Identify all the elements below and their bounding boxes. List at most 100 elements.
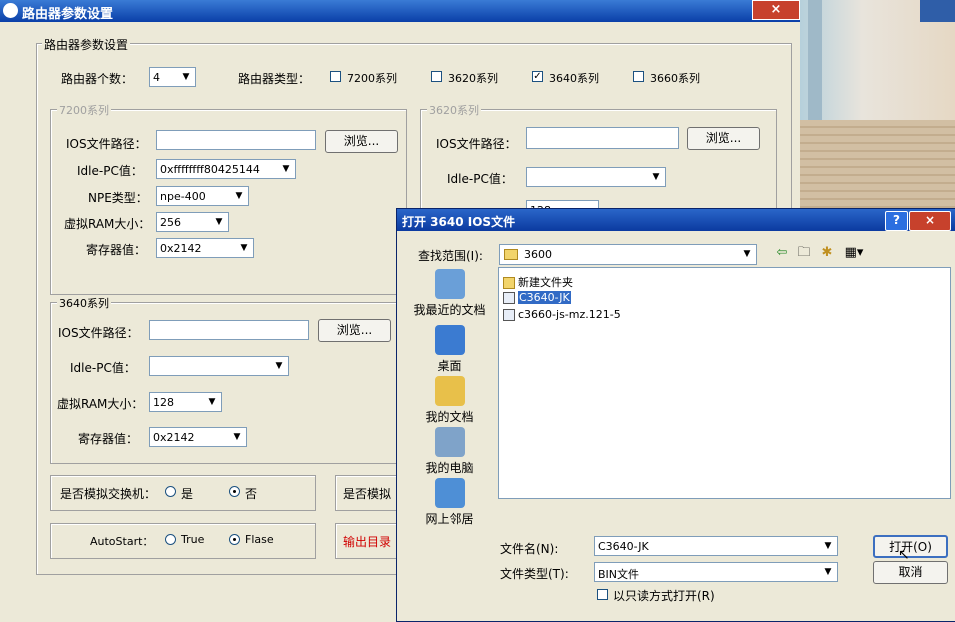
place-my-computer[interactable]: 我的电脑 [407,427,492,476]
list-item[interactable]: c3660-js-mz.121-5 [503,308,621,324]
place-recent[interactable]: 我最近的文档 [407,269,492,318]
lookin-select[interactable]: 3600 ▼ [499,244,757,265]
view-menu-icon[interactable]: ▦▾ [842,245,866,261]
switch-label-2: 是否模拟 [343,487,392,501]
router-type-3640-checkbox[interactable]: ✓ [532,71,543,82]
list-item[interactable]: C3640-JK [503,291,571,307]
group-7200-title: 7200系列 [57,102,111,118]
folder-icon [504,249,518,260]
main-window-title: 路由器参数设置 [22,7,114,22]
place-network[interactable]: 网上邻居 [407,478,492,527]
switch-yes-label: 是 [181,487,194,501]
router-type-7200-label: 7200系列 [347,72,397,85]
autostart-true-label: True [181,533,205,546]
chevron-down-icon: ▼ [204,394,220,410]
group-3640-title: 3640系列 [57,295,111,311]
readonly-checkbox[interactable] [597,589,608,600]
router-type-3660-label: 3660系列 [650,72,700,85]
g3640-ios-path-label: IOS文件路径： [58,326,139,340]
g7200-idlepc-label: Idle-PC值： [77,164,143,178]
router-type-3620-label: 3620系列 [448,72,498,85]
g3640-ram-select[interactable]: 128 ▼ [149,392,222,412]
router-type-3660-checkbox[interactable] [633,71,644,82]
help-button[interactable]: ? [885,211,908,231]
filename-input[interactable]: C3640-JK ▼ [594,536,838,556]
chevron-down-icon: ▼ [178,69,194,85]
folder-icon [503,277,515,289]
filetype-select[interactable]: BIN文件 ▼ [594,562,838,582]
place-my-documents[interactable]: 我的文档 [407,376,492,425]
cancel-button[interactable]: 取消 [873,561,948,584]
new-folder-icon[interactable]: ✱ [818,245,836,261]
g7200-ram-select[interactable]: 256 ▼ [156,212,229,232]
dialog-titlebar: 打开 3640 IOS文件 [397,209,955,231]
chevron-down-icon: ▼ [229,429,245,445]
autostart-true-radio[interactable] [165,534,176,545]
router-count-select[interactable]: 4 ▼ [149,67,196,87]
places-bar: 我最近的文档 桌面 我的文档 我的电脑 网上邻居 [407,269,492,529]
g7200-ios-path-input[interactable] [156,130,316,150]
chevron-down-icon: ▼ [278,161,294,177]
g7200-npe-select[interactable]: npe-400 ▼ [156,186,249,206]
autostart-false-radio[interactable] [229,534,240,545]
g3640-idlepc-select[interactable]: ▼ [149,356,289,376]
g3620-browse-button[interactable]: 浏览... [687,127,760,150]
place-desktop[interactable]: 桌面 [407,325,492,374]
output-dir-label: 输出目录 [343,535,392,549]
group-3620-title: 3620系列 [427,102,481,118]
g3620-ios-path-label: IOS文件路径： [436,137,517,151]
switch-no-label: 否 [245,487,258,501]
router-type-3620-checkbox[interactable] [431,71,442,82]
network-places-icon [434,478,465,508]
file-icon [503,292,515,304]
g7200-ram-label: 虚拟RAM大小： [64,217,151,231]
back-icon[interactable]: ⇦ [773,245,791,261]
my-computer-icon [434,427,465,457]
g7200-ios-path-label: IOS文件路径： [66,137,147,151]
g3640-reg-label: 寄存器值： [78,432,139,446]
chevron-down-icon: ▼ [739,246,755,262]
g7200-browse-button[interactable]: 浏览... [325,130,398,153]
list-item[interactable]: 新建文件夹 [503,274,573,290]
g3640-ram-label: 虚拟RAM大小： [57,397,144,411]
chevron-down-icon: ▼ [211,214,227,230]
filetype-label: 文件类型(T): [500,567,569,581]
g3640-ios-path-input[interactable] [149,320,309,340]
switch-no-radio[interactable] [229,486,240,497]
filename-label: 文件名(N): [500,542,559,556]
autostart-label: AutoStart： [90,535,154,548]
chevron-down-icon: ▼ [236,240,252,256]
g3620-ios-path-input[interactable] [526,127,679,149]
dialog-title: 打开 3640 IOS文件 [402,215,516,229]
switch-yes-radio[interactable] [165,486,176,497]
router-params-group-title: 路由器参数设置 [42,36,131,53]
router-type-7200-checkbox[interactable] [330,71,341,82]
g7200-npe-label: NPE类型： [88,191,148,205]
chevron-down-icon: ▼ [648,169,664,185]
g7200-idlepc-select[interactable]: 0xffffffff80425144 ▼ [156,159,296,179]
dialog-close-button[interactable]: × [909,211,951,231]
open-file-dialog: 打开 3640 IOS文件 ? × 查找范围(I): 3600 ▼ ⇦ 🗀 ✱ … [396,208,955,622]
my-documents-icon [434,376,465,406]
chevron-down-icon: ▼ [231,188,247,204]
main-titlebar: 路由器参数设置 [0,0,800,22]
g3640-browse-button[interactable]: 浏览... [318,319,391,342]
chevron-down-icon: ▼ [271,358,287,374]
router-type-3640-label: 3640系列 [549,72,599,85]
app-icon [3,3,18,18]
g7200-reg-label: 寄存器值： [86,243,147,257]
router-type-label: 路由器类型： [238,72,311,86]
file-icon [503,309,515,321]
lookin-label: 查找范围(I): [418,249,483,263]
file-list[interactable]: 新建文件夹 C3640-JK c3660-js-mz.121-5 [498,267,951,499]
chevron-down-icon: ▼ [820,538,836,554]
readonly-label: 以只读方式打开(R) [613,589,715,603]
g7200-reg-select[interactable]: 0x2142 ▼ [156,238,254,258]
up-folder-icon[interactable]: 🗀 [795,245,813,261]
mouse-cursor-icon: ↖ [898,547,910,563]
open-button[interactable]: 打开(O) [873,535,948,558]
g3620-idlepc-select[interactable]: ▼ [526,167,666,187]
g3640-reg-select[interactable]: 0x2142 ▼ [149,427,247,447]
main-close-button[interactable]: × [752,0,800,20]
g3640-idlepc-label: Idle-PC值： [70,361,136,375]
